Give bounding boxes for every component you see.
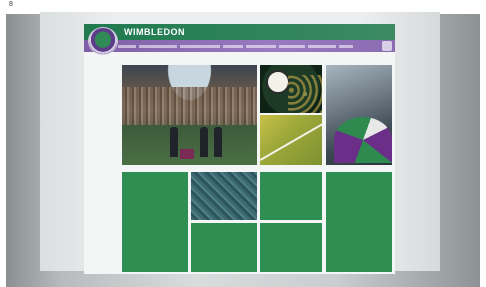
nav-item-4[interactable]: [223, 44, 243, 48]
nav-item-6[interactable]: [279, 44, 305, 48]
player-figure: [170, 127, 178, 157]
nav-item-5[interactable]: [246, 44, 276, 48]
stadium-crowd: [122, 87, 257, 125]
trophy-icon: [180, 149, 194, 159]
green-tile[interactable]: [191, 223, 257, 272]
clock-photo[interactable]: [260, 65, 322, 113]
court-line-photo[interactable]: [260, 115, 322, 165]
players-photo[interactable]: [191, 172, 257, 220]
green-tile[interactable]: [326, 172, 392, 272]
umbrella-icon: [334, 117, 392, 163]
ivy-lights: [288, 75, 322, 113]
site-title[interactable]: WIMBLEDON: [124, 27, 185, 37]
nav-item-8[interactable]: [339, 44, 353, 48]
nav-item-3[interactable]: [180, 44, 220, 48]
nav-item-2[interactable]: [139, 44, 177, 48]
green-tile[interactable]: [260, 172, 322, 220]
court-line: [260, 119, 322, 161]
green-tile[interactable]: [122, 172, 188, 272]
wimbledon-logo-icon[interactable]: [88, 27, 118, 55]
official-figure: [200, 127, 208, 157]
clock-icon: [266, 70, 290, 94]
trophy-ceremony-photo[interactable]: [122, 65, 257, 165]
search-button[interactable]: [382, 41, 392, 51]
official-figure: [214, 127, 222, 157]
green-tile[interactable]: [260, 223, 322, 272]
nav-item-7[interactable]: [308, 44, 336, 48]
nav-menu: [118, 43, 353, 49]
umbrella-crowd-photo[interactable]: [326, 65, 392, 165]
page-number: 8: [9, 1, 13, 8]
nav-item-1[interactable]: [118, 44, 136, 48]
